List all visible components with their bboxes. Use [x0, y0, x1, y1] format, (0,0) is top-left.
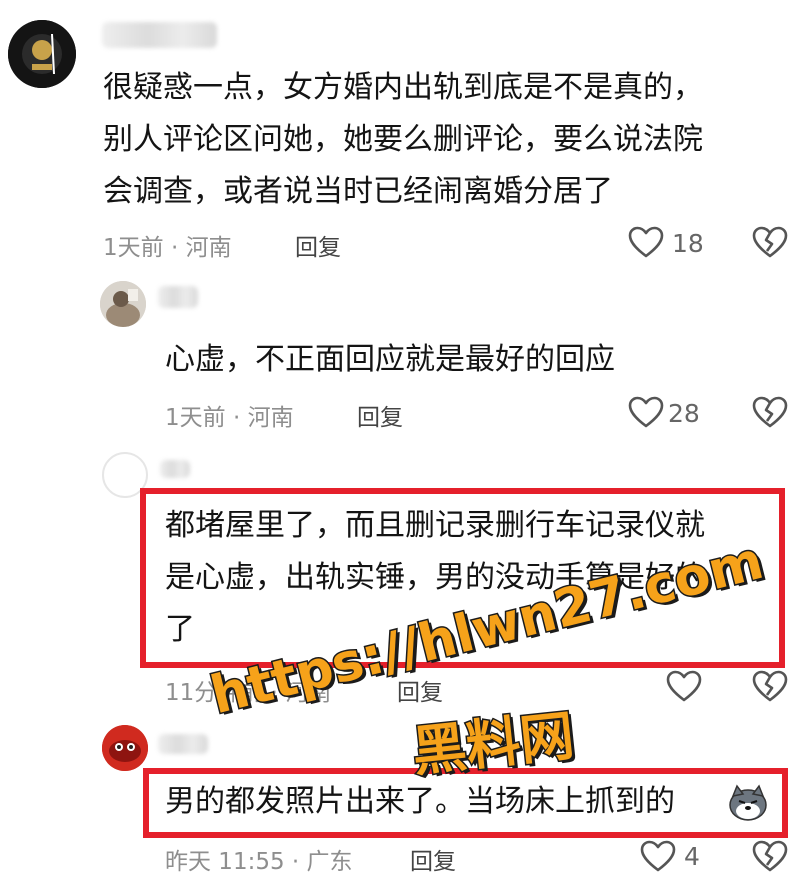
like-count: 4: [684, 842, 700, 871]
comment-text: 男的都发照片出来了。当场床上抓到的: [165, 784, 675, 819]
heart-outline-icon[interactable]: [628, 396, 664, 428]
username[interactable]: [102, 22, 217, 48]
comment-text: 心虚，不正面回应就是最好的回应: [165, 342, 615, 377]
heart-outline-icon[interactable]: [640, 840, 676, 872]
watermark-name: 黑料网: [408, 702, 579, 785]
heart-outline-icon[interactable]: [628, 226, 664, 258]
username[interactable]: [158, 734, 208, 754]
like-count: 18: [672, 229, 704, 258]
avatar[interactable]: [102, 725, 148, 771]
broken-heart-icon[interactable]: [752, 840, 788, 872]
comment-meta: 1天前 · 河南: [165, 405, 294, 431]
comment-meta: 1天前 · 河南: [103, 235, 232, 261]
reply-button[interactable]: 回复: [410, 842, 456, 876]
broken-heart-icon[interactable]: [752, 396, 788, 428]
comment-text: 很疑惑一点，女方婚内出轨到底是不是真的， 别人评论区问她，她要么删评论，要么说法…: [103, 70, 703, 209]
reply-button[interactable]: 回复: [357, 398, 403, 432]
husky-dog-emoji-icon: [728, 784, 768, 822]
avatar[interactable]: [8, 20, 76, 88]
comment-meta: 昨天 11:55 · 广东: [165, 849, 353, 875]
broken-heart-icon[interactable]: [752, 226, 788, 258]
reply-button[interactable]: 回复: [295, 228, 341, 262]
username[interactable]: [158, 286, 198, 308]
avatar[interactable]: [100, 281, 146, 327]
heart-outline-icon[interactable]: [666, 670, 702, 702]
broken-heart-icon[interactable]: [752, 670, 788, 702]
like-count: 28: [668, 399, 700, 428]
username[interactable]: [160, 460, 190, 478]
